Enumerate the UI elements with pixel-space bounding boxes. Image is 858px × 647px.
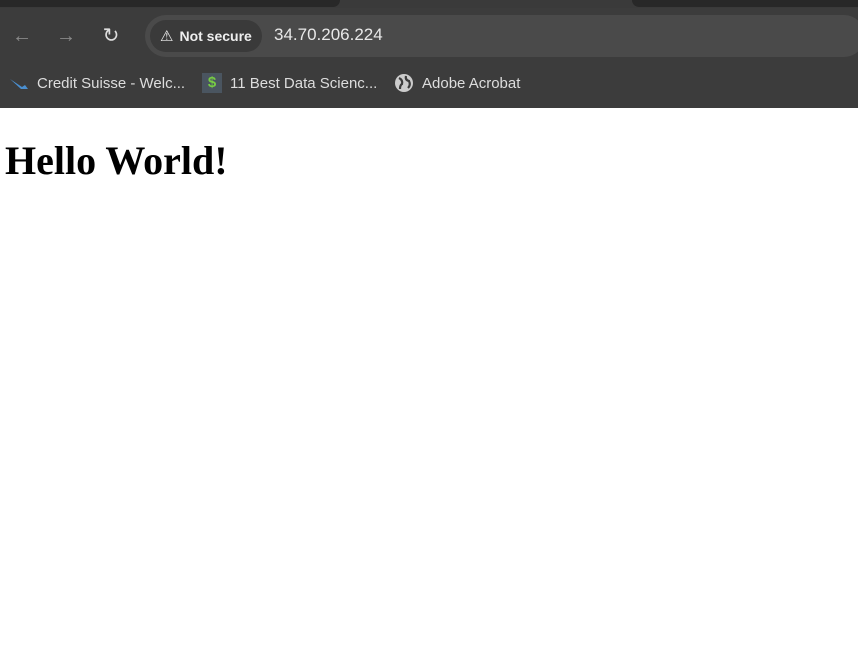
credit-suisse-icon [10, 79, 28, 89]
bookmark-label: Credit Suisse - Welc... [37, 74, 186, 92]
reload-icon[interactable]: ↻ [99, 24, 123, 48]
browser-toolbar: ← → ↻ ⚠ Not secure 34.70.206.224 [0, 8, 858, 60]
tab[interactable] [0, 0, 340, 7]
page-heading: Hello World! [5, 138, 228, 183]
bookmark-label: 11 Best Data Scienc... [230, 74, 378, 92]
forward-icon[interactable]: → [54, 24, 78, 48]
globe-icon [395, 74, 413, 92]
bookmarks-bar: Credit Suisse - Welc... $ 11 Best Data S… [0, 60, 858, 108]
bookmark-data-science[interactable]: $ 11 Best Data Scienc... [202, 73, 377, 93]
warning-icon: ⚠ [160, 28, 174, 45]
tab-strip [0, 0, 858, 8]
bookmark-adobe-acrobat[interactable]: Adobe Acrobat [394, 73, 520, 93]
bookmark-label: Adobe Acrobat [422, 74, 521, 92]
bookmark-credit-suisse[interactable]: Credit Suisse - Welc... [9, 73, 185, 93]
url-text[interactable]: 34.70.206.224 [274, 25, 383, 45]
security-chip[interactable]: ⚠ Not secure [150, 20, 262, 52]
security-label: Not secure [179, 28, 252, 44]
tab[interactable] [632, 0, 858, 7]
back-icon[interactable]: ← [10, 24, 34, 48]
dollar-icon: $ [202, 73, 222, 93]
address-bar[interactable]: ⚠ Not secure 34.70.206.224 [145, 15, 858, 57]
